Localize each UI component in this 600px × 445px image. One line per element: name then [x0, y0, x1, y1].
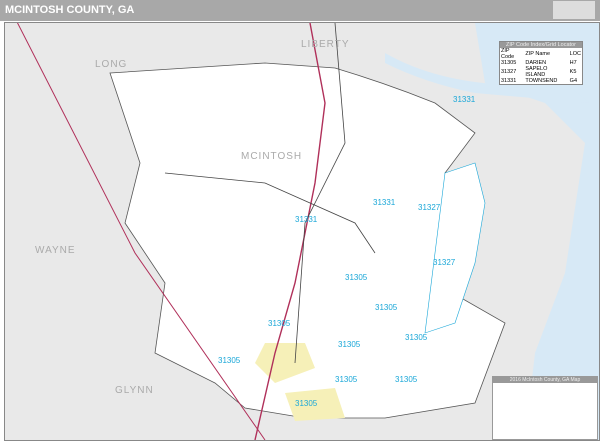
table-row: 31331 TOWNSEND G4: [501, 78, 578, 84]
county-label-liberty: LIBERTY: [301, 39, 350, 50]
zip-label: 31305: [335, 375, 358, 384]
zip-index-header: ZIP Code Index/Grid Locator: [500, 42, 582, 48]
publisher-logo: [553, 1, 595, 19]
map-legend: 2016 McIntosh County, GA Map: [492, 376, 598, 440]
zip-label: 31331: [453, 95, 476, 104]
map-title: MCINTOSH COUNTY, GA: [5, 4, 135, 16]
zip-label: 31331: [373, 198, 396, 207]
zip-label: 31305: [395, 375, 418, 384]
zip-label: 31305: [295, 399, 318, 408]
zip-label: 31331: [295, 215, 318, 224]
table-row: 31327 SAPELO ISLAND K5: [501, 66, 577, 78]
title-bar: MCINTOSH COUNTY, GA: [0, 0, 600, 21]
zip-label: 31327: [418, 203, 441, 212]
county-label-wayne: WAYNE: [35, 245, 76, 256]
county-label-long: LONG: [95, 59, 128, 70]
county-label-glynn: GLYNN: [115, 385, 154, 396]
zip-label: 31327: [433, 258, 456, 267]
zip-index-table: ZIP Code Index/Grid Locator ZIP Code ZIP …: [499, 41, 583, 85]
zip-label: 31305: [405, 333, 428, 342]
legend-title: 2016 McIntosh County, GA Map: [493, 377, 597, 383]
zip-label: 31305: [218, 356, 241, 365]
zip-label: 31305: [375, 303, 398, 312]
zip-index-column-headers: ZIP Code ZIP Name LOC: [501, 48, 581, 60]
zip-label: 31305: [338, 340, 361, 349]
county-label-mcintosh: MCINTOSH: [241, 151, 303, 162]
zip-label: 31305: [345, 273, 368, 282]
zip-label: 31305: [268, 319, 291, 328]
